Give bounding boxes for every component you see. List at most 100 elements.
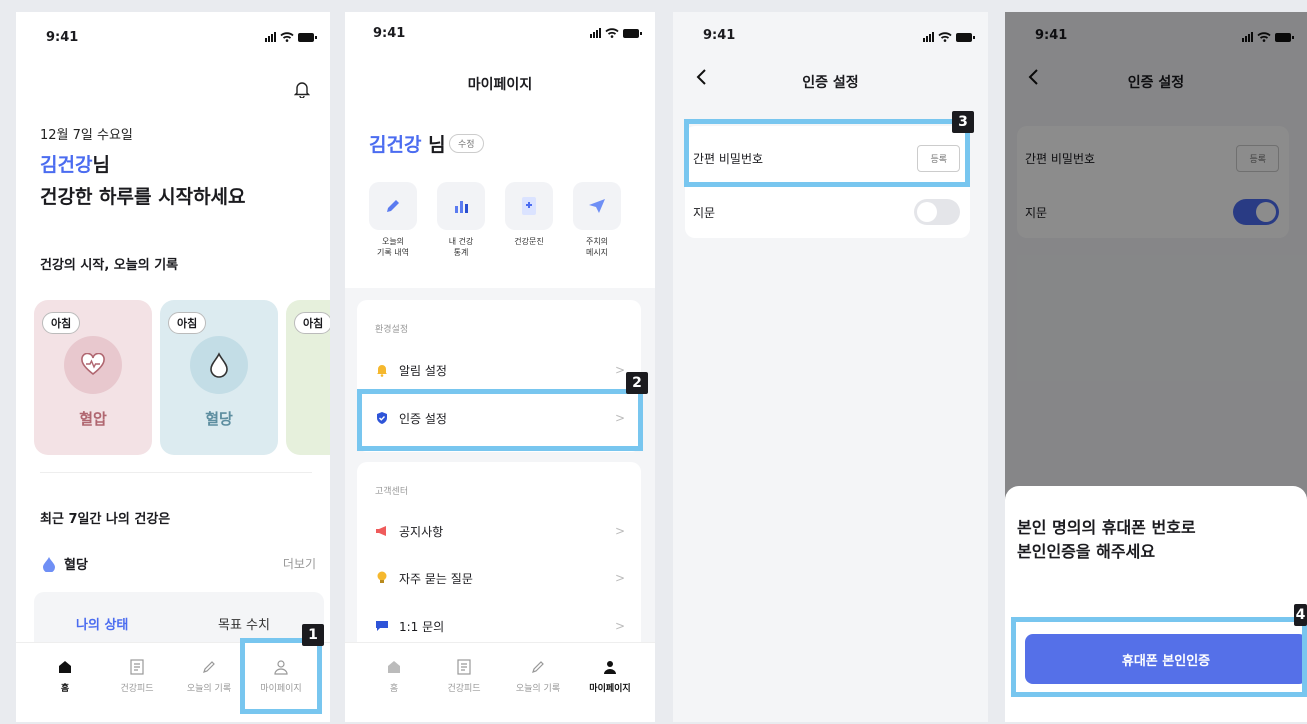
heart-pulse-icon	[64, 336, 122, 394]
chevron-right-icon: >	[614, 571, 625, 585]
card-blood-sugar[interactable]: 아침 혈당	[160, 300, 278, 455]
paper-plane-icon	[573, 182, 621, 230]
water-drop-icon	[43, 556, 55, 572]
quick-action-stats[interactable]: 내 건강 통계	[433, 182, 489, 258]
tab-label: 건강피드	[447, 684, 481, 694]
section-title-today: 건강의 시작, 오늘의 기록	[40, 258, 179, 273]
menu-inquiry[interactable]: 1:1 문의 >	[375, 614, 625, 638]
tab-feed[interactable]: 건강피드	[431, 657, 497, 694]
battery-icon	[298, 33, 317, 42]
tab-home[interactable]: 홈	[361, 657, 427, 694]
menu-label: 자주 묻는 질문	[399, 571, 473, 586]
menu-notices[interactable]: 공지사항 >	[375, 519, 625, 543]
metric-blood-sugar: 혈당	[42, 554, 88, 573]
wifi-icon	[938, 32, 952, 42]
quick-action-label: 건강문진	[514, 237, 544, 246]
highlight-box	[357, 389, 643, 451]
tab-home[interactable]: 홈	[32, 657, 98, 694]
user-name: 김건강	[40, 154, 93, 176]
wifi-icon	[280, 32, 294, 42]
signal-icon	[590, 28, 601, 38]
tab-goal[interactable]: 목표 수치	[218, 614, 270, 633]
megaphone-icon	[375, 524, 389, 538]
feed-icon	[104, 657, 170, 677]
quick-action-label: 오늘의 기록 내역	[377, 237, 409, 257]
tab-my-status[interactable]: 나의 상태	[76, 614, 128, 633]
quick-action-records[interactable]: 오늘의 기록 내역	[365, 182, 421, 258]
menu-label: 알림 설정	[399, 363, 447, 378]
chat-icon	[375, 619, 389, 633]
status-icons	[590, 28, 642, 38]
status-bar: 9:41	[16, 30, 330, 52]
card-blood-pressure[interactable]: 아침 혈압	[34, 300, 152, 455]
sheet-title-line: 본인인증을 해주세요	[1017, 542, 1156, 561]
divider	[40, 472, 312, 473]
time-badge: 아침	[168, 312, 207, 334]
more-link[interactable]: 더보기	[283, 555, 316, 572]
name-suffix: 님	[92, 154, 110, 176]
sheet-title: 본인 명의의 휴대폰 번호로 본인인증을 해주세요	[1017, 516, 1196, 564]
toggle-knob	[917, 202, 937, 222]
tab-label: 마이페이지	[589, 684, 631, 694]
mypage-screen: 9:41 마이페이지 김건강 님 수정 오늘의 기록 내역 내 건강 통계 건강…	[345, 12, 655, 722]
tab-label: 오늘의 기록	[186, 684, 232, 694]
bottom-tab-bar: 홈 건강피드 오늘의 기록 마이페이지	[345, 642, 655, 722]
user-name: 김건강	[369, 134, 422, 156]
section-title-recent: 최근 7일간 나의 건강은	[40, 512, 171, 527]
tab-record[interactable]: 오늘의 기록	[505, 657, 571, 694]
pencil-icon	[505, 657, 571, 677]
tab-label: 홈	[60, 684, 70, 694]
person-icon	[577, 657, 643, 677]
quick-action-messages[interactable]: 주치의 메시지	[569, 182, 625, 258]
greeting-name: 김건강님	[40, 150, 110, 177]
battery-icon	[956, 33, 975, 42]
group-title: 고객센터	[375, 487, 409, 497]
status-time: 9:41	[46, 30, 79, 45]
auth-verification-screen: 9:41 인증 설정 간편 비밀번호 등록 지문 본인 명의의 휴대폰 번호로 …	[1005, 12, 1307, 722]
battery-icon	[623, 29, 642, 38]
signal-icon	[923, 32, 934, 42]
fingerprint-toggle[interactable]	[914, 199, 960, 225]
menu-notification-settings[interactable]: 알림 설정 >	[375, 358, 625, 382]
edit-profile-button[interactable]: 수정	[449, 134, 484, 153]
today-date: 12월 7일 수요일	[40, 128, 133, 143]
page-title: 인증 설정	[802, 75, 859, 91]
highlight-box	[1011, 617, 1307, 697]
tab-mypage[interactable]: 마이페이지	[577, 657, 643, 694]
time-badge: 아침	[294, 312, 330, 334]
menu-faq[interactable]: 자주 묻는 질문 >	[375, 566, 625, 590]
menu-label: 공지사항	[399, 524, 444, 539]
signal-icon	[265, 32, 276, 42]
pencil-icon	[176, 657, 242, 677]
tab-label: 건강피드	[120, 684, 154, 694]
name-suffix: 님	[421, 134, 446, 156]
callout-number: 2	[626, 372, 648, 394]
card-third[interactable]: 아침	[286, 300, 330, 455]
group-title: 환경설정	[375, 325, 409, 335]
quick-action-label: 주치의 메시지	[585, 237, 609, 257]
water-drop-icon	[190, 336, 248, 394]
quick-action-label: 내 건강 통계	[448, 237, 474, 257]
home-icon	[32, 657, 98, 677]
tab-feed[interactable]: 건강피드	[104, 657, 170, 694]
bell-icon[interactable]	[294, 80, 310, 98]
document-plus-icon	[505, 182, 553, 230]
page-title: 마이페이지	[467, 77, 533, 93]
bell-icon	[375, 363, 389, 377]
sheet-title-line: 본인 명의의 휴대폰 번호로	[1017, 518, 1196, 537]
bar-chart-icon	[437, 182, 485, 230]
menu-label: 1:1 문의	[399, 619, 445, 634]
status-icons	[265, 32, 317, 42]
highlight-box	[240, 638, 322, 714]
metric-label: 혈당	[64, 558, 88, 573]
status-bar: 9:41	[673, 28, 988, 52]
support-group: 고객센터 공지사항 > 자주 묻는 질문 > 1:1 문의 >	[357, 462, 641, 652]
card-label: 혈압	[79, 410, 107, 428]
home-screen: 9:41 12월 7일 수요일 김건강님 건강한 하루를 시작하세요 건강의 시…	[16, 12, 330, 722]
greeting-message: 건강한 하루를 시작하세요	[40, 186, 246, 208]
tab-label: 홈	[389, 684, 399, 694]
pencil-icon	[369, 182, 417, 230]
quick-action-questionnaire[interactable]: 건강문진	[501, 182, 557, 247]
tab-record[interactable]: 오늘의 기록	[176, 657, 242, 694]
fingerprint-label: 지문	[693, 205, 716, 220]
